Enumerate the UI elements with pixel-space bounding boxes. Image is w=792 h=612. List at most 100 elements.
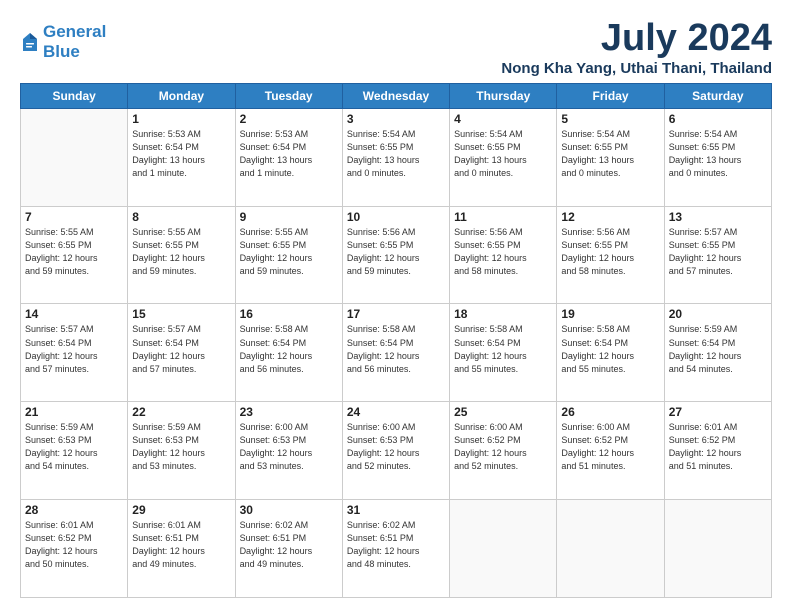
day-number: 20 [669, 307, 767, 321]
logo-text: General Blue [43, 22, 106, 61]
weekday-header-cell: Tuesday [235, 83, 342, 108]
day-detail: Sunrise: 5:57 AM Sunset: 6:54 PM Dayligh… [25, 323, 123, 375]
day-detail: Sunrise: 5:58 AM Sunset: 6:54 PM Dayligh… [240, 323, 338, 375]
calendar-cell: 10 Sunrise: 5:56 AM Sunset: 6:55 PM Dayli… [342, 206, 449, 304]
day-number: 3 [347, 112, 445, 126]
day-detail: Sunrise: 5:59 AM Sunset: 6:54 PM Dayligh… [669, 323, 767, 375]
calendar-week-row: 14 Sunrise: 5:57 AM Sunset: 6:54 PM Dayli… [21, 304, 772, 402]
calendar-cell: 7Sunrise: 5:55 AM Sunset: 6:55 PM Daylig… [21, 206, 128, 304]
weekday-header-cell: Friday [557, 83, 664, 108]
day-number: 6 [669, 112, 767, 126]
day-number: 30 [240, 503, 338, 517]
day-number: 14 [25, 307, 123, 321]
calendar-cell: 28 Sunrise: 6:01 AM Sunset: 6:52 PM Dayli… [21, 500, 128, 598]
day-detail: Sunrise: 6:01 AM Sunset: 6:52 PM Dayligh… [25, 519, 123, 571]
calendar-cell: 5 Sunrise: 5:54 AM Sunset: 6:55 PM Daylig… [557, 108, 664, 206]
calendar-week-row: 1 Sunrise: 5:53 AM Sunset: 6:54 PM Daylig… [21, 108, 772, 206]
day-detail: Sunrise: 5:59 AM Sunset: 6:53 PM Dayligh… [25, 421, 123, 473]
day-number: 15 [132, 307, 230, 321]
calendar-cell: 3 Sunrise: 5:54 AM Sunset: 6:55 PM Daylig… [342, 108, 449, 206]
day-detail: Sunrise: 6:00 AM Sunset: 6:52 PM Dayligh… [454, 421, 552, 473]
calendar-table: SundayMondayTuesdayWednesdayThursdayFrid… [20, 83, 772, 598]
day-number: 2 [240, 112, 338, 126]
logo-icon [21, 31, 39, 53]
calendar-cell: 18 Sunrise: 5:58 AM Sunset: 6:54 PM Dayli… [450, 304, 557, 402]
day-detail: Sunrise: 5:55 AM Sunset: 6:55 PM Dayligh… [132, 226, 230, 278]
calendar-cell: 20 Sunrise: 5:59 AM Sunset: 6:54 PM Dayli… [664, 304, 771, 402]
day-number: 1 [132, 112, 230, 126]
calendar-cell [557, 500, 664, 598]
day-detail: Sunrise: 5:58 AM Sunset: 6:54 PM Dayligh… [561, 323, 659, 375]
day-detail: Sunrise: 5:56 AM Sunset: 6:55 PM Dayligh… [454, 226, 552, 278]
calendar-cell: 19Sunrise: 5:58 AM Sunset: 6:54 PM Dayli… [557, 304, 664, 402]
day-number: 18 [454, 307, 552, 321]
day-number: 24 [347, 405, 445, 419]
day-number: 4 [454, 112, 552, 126]
day-number: 7 [25, 210, 123, 224]
day-number: 28 [25, 503, 123, 517]
day-number: 27 [669, 405, 767, 419]
calendar-cell [21, 108, 128, 206]
calendar-cell: 9Sunrise: 5:55 AM Sunset: 6:55 PM Daylig… [235, 206, 342, 304]
day-number: 5 [561, 112, 659, 126]
location: Nong Kha Yang, Uthai Thani, Thailand [501, 60, 772, 77]
day-detail: Sunrise: 6:00 AM Sunset: 6:53 PM Dayligh… [347, 421, 445, 473]
day-detail: Sunrise: 5:54 AM Sunset: 6:55 PM Dayligh… [561, 128, 659, 180]
day-detail: Sunrise: 5:58 AM Sunset: 6:54 PM Dayligh… [454, 323, 552, 375]
month-title: July 2024 [501, 18, 772, 60]
calendar-cell: 11 Sunrise: 5:56 AM Sunset: 6:55 PM Dayli… [450, 206, 557, 304]
day-detail: Sunrise: 5:54 AM Sunset: 6:55 PM Dayligh… [347, 128, 445, 180]
day-number: 17 [347, 307, 445, 321]
calendar-cell: 4 Sunrise: 5:54 AM Sunset: 6:55 PM Daylig… [450, 108, 557, 206]
weekday-header-cell: Thursday [450, 83, 557, 108]
day-number: 12 [561, 210, 659, 224]
header: General Blue July 2024 Nong Kha Yang, Ut… [20, 18, 772, 77]
title-block: July 2024 Nong Kha Yang, Uthai Thani, Th… [501, 18, 772, 77]
logo: General Blue [20, 22, 106, 61]
calendar-cell: 31Sunrise: 6:02 AM Sunset: 6:51 PM Dayli… [342, 500, 449, 598]
day-number: 23 [240, 405, 338, 419]
calendar-cell: 8Sunrise: 5:55 AM Sunset: 6:55 PM Daylig… [128, 206, 235, 304]
day-detail: Sunrise: 5:59 AM Sunset: 6:53 PM Dayligh… [132, 421, 230, 473]
calendar-cell: 24 Sunrise: 6:00 AM Sunset: 6:53 PM Dayli… [342, 402, 449, 500]
day-detail: Sunrise: 5:55 AM Sunset: 6:55 PM Dayligh… [240, 226, 338, 278]
day-detail: Sunrise: 5:57 AM Sunset: 6:54 PM Dayligh… [132, 323, 230, 375]
day-detail: Sunrise: 6:02 AM Sunset: 6:51 PM Dayligh… [347, 519, 445, 571]
day-detail: Sunrise: 6:01 AM Sunset: 6:52 PM Dayligh… [669, 421, 767, 473]
day-number: 21 [25, 405, 123, 419]
calendar-cell: 15 Sunrise: 5:57 AM Sunset: 6:54 PM Dayli… [128, 304, 235, 402]
day-number: 16 [240, 307, 338, 321]
weekday-header-cell: Monday [128, 83, 235, 108]
day-detail: Sunrise: 5:54 AM Sunset: 6:55 PM Dayligh… [454, 128, 552, 180]
calendar-cell: 22 Sunrise: 5:59 AM Sunset: 6:53 PM Dayli… [128, 402, 235, 500]
calendar-cell: 2 Sunrise: 5:53 AM Sunset: 6:54 PM Daylig… [235, 108, 342, 206]
page: General Blue July 2024 Nong Kha Yang, Ut… [0, 0, 792, 612]
calendar-cell [664, 500, 771, 598]
day-number: 13 [669, 210, 767, 224]
calendar-cell: 6Sunrise: 5:54 AM Sunset: 6:55 PM Daylig… [664, 108, 771, 206]
day-number: 29 [132, 503, 230, 517]
day-number: 22 [132, 405, 230, 419]
calendar-cell: 25 Sunrise: 6:00 AM Sunset: 6:52 PM Dayli… [450, 402, 557, 500]
day-number: 10 [347, 210, 445, 224]
day-detail: Sunrise: 5:56 AM Sunset: 6:55 PM Dayligh… [347, 226, 445, 278]
day-detail: Sunrise: 5:53 AM Sunset: 6:54 PM Dayligh… [240, 128, 338, 180]
calendar-week-row: 28 Sunrise: 6:01 AM Sunset: 6:52 PM Dayli… [21, 500, 772, 598]
calendar-cell: 23Sunrise: 6:00 AM Sunset: 6:53 PM Dayli… [235, 402, 342, 500]
calendar-cell: 12 Sunrise: 5:56 AM Sunset: 6:55 PM Dayli… [557, 206, 664, 304]
day-number: 25 [454, 405, 552, 419]
calendar-cell: 21 Sunrise: 5:59 AM Sunset: 6:53 PM Dayli… [21, 402, 128, 500]
calendar-cell: 16 Sunrise: 5:58 AM Sunset: 6:54 PM Dayli… [235, 304, 342, 402]
weekday-header-cell: Sunday [21, 83, 128, 108]
calendar-week-row: 7 Sunrise: 5:55 AM Sunset: 6:55 PM Daylig… [21, 206, 772, 304]
day-number: 11 [454, 210, 552, 224]
weekday-header-row: SundayMondayTuesdayWednesdayThursdayFrid… [21, 83, 772, 108]
day-detail: Sunrise: 5:58 AM Sunset: 6:54 PM Dayligh… [347, 323, 445, 375]
calendar-cell: 17 Sunrise: 5:58 AM Sunset: 6:54 PM Dayli… [342, 304, 449, 402]
day-detail: Sunrise: 5:56 AM Sunset: 6:55 PM Dayligh… [561, 226, 659, 278]
calendar-cell: 1 Sunrise: 5:53 AM Sunset: 6:54 PM Daylig… [128, 108, 235, 206]
calendar-cell [450, 500, 557, 598]
calendar-cell: 30Sunrise: 6:02 AM Sunset: 6:51 PM Dayli… [235, 500, 342, 598]
day-detail: Sunrise: 5:53 AM Sunset: 6:54 PM Dayligh… [132, 128, 230, 180]
calendar-cell: 14 Sunrise: 5:57 AM Sunset: 6:54 PM Dayli… [21, 304, 128, 402]
